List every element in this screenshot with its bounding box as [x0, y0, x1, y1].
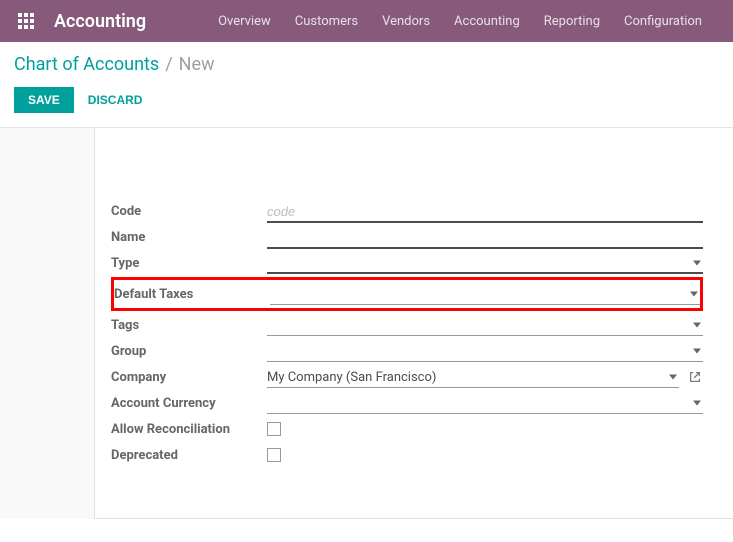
- discard-button[interactable]: DISCARD: [88, 93, 143, 107]
- breadcrumb: Chart of Accounts / New: [14, 54, 719, 75]
- name-input[interactable]: [267, 226, 703, 249]
- row-currency: Account Currency: [111, 390, 703, 416]
- row-code: Code: [111, 198, 703, 224]
- label-currency: Account Currency: [111, 396, 267, 411]
- allow-reconciliation-checkbox[interactable]: [267, 422, 281, 436]
- label-name: Name: [111, 230, 267, 245]
- top-navbar: Accounting Overview Customers Vendors Ac…: [0, 0, 733, 42]
- app-title: Accounting: [54, 11, 146, 32]
- row-default-taxes: Default Taxes: [111, 277, 703, 311]
- save-button[interactable]: SAVE: [14, 87, 74, 113]
- breadcrumb-sep: /: [165, 54, 172, 75]
- menu-overview[interactable]: Overview: [206, 2, 283, 41]
- row-deprecated: Deprecated: [111, 442, 703, 468]
- label-default-taxes: Default Taxes: [114, 287, 270, 302]
- company-select[interactable]: My Company (San Francisco): [267, 366, 679, 388]
- code-input[interactable]: [267, 200, 703, 223]
- label-company: Company: [111, 370, 267, 385]
- row-type: Type: [111, 250, 703, 276]
- label-tags: Tags: [111, 318, 267, 333]
- menu-configuration[interactable]: Configuration: [612, 2, 714, 41]
- row-company: Company My Company (San Francisco): [111, 364, 703, 390]
- row-tags: Tags: [111, 312, 703, 338]
- action-bar: SAVE DISCARD: [0, 81, 733, 128]
- breadcrumb-parent[interactable]: Chart of Accounts: [14, 54, 159, 75]
- deprecated-checkbox[interactable]: [267, 448, 281, 462]
- menu-customers[interactable]: Customers: [283, 2, 370, 41]
- row-group: Group: [111, 338, 703, 364]
- row-allow-reconciliation: Allow Reconciliation: [111, 416, 703, 442]
- form-sheet: Code Name Type Default Taxes: [94, 128, 733, 519]
- breadcrumb-current: New: [179, 54, 215, 75]
- row-name: Name: [111, 224, 703, 250]
- currency-select[interactable]: [267, 392, 703, 414]
- apps-icon[interactable]: [12, 7, 40, 35]
- label-group: Group: [111, 344, 267, 359]
- menu-accounting[interactable]: Accounting: [442, 2, 532, 41]
- type-select[interactable]: [267, 252, 703, 274]
- label-code: Code: [111, 204, 267, 219]
- tags-select[interactable]: [267, 314, 703, 336]
- label-allow-reconciliation: Allow Reconciliation: [111, 422, 267, 437]
- group-select[interactable]: [267, 340, 703, 362]
- label-type: Type: [111, 256, 267, 271]
- top-menu: Overview Customers Vendors Accounting Re…: [206, 2, 714, 41]
- external-link-icon[interactable]: [687, 369, 703, 385]
- sheet-background: Code Name Type Default Taxes: [0, 128, 733, 519]
- label-deprecated: Deprecated: [111, 448, 267, 463]
- menu-vendors[interactable]: Vendors: [370, 2, 442, 41]
- default-taxes-select[interactable]: [270, 283, 700, 305]
- menu-reporting[interactable]: Reporting: [532, 2, 612, 41]
- breadcrumb-bar: Chart of Accounts / New: [0, 42, 733, 81]
